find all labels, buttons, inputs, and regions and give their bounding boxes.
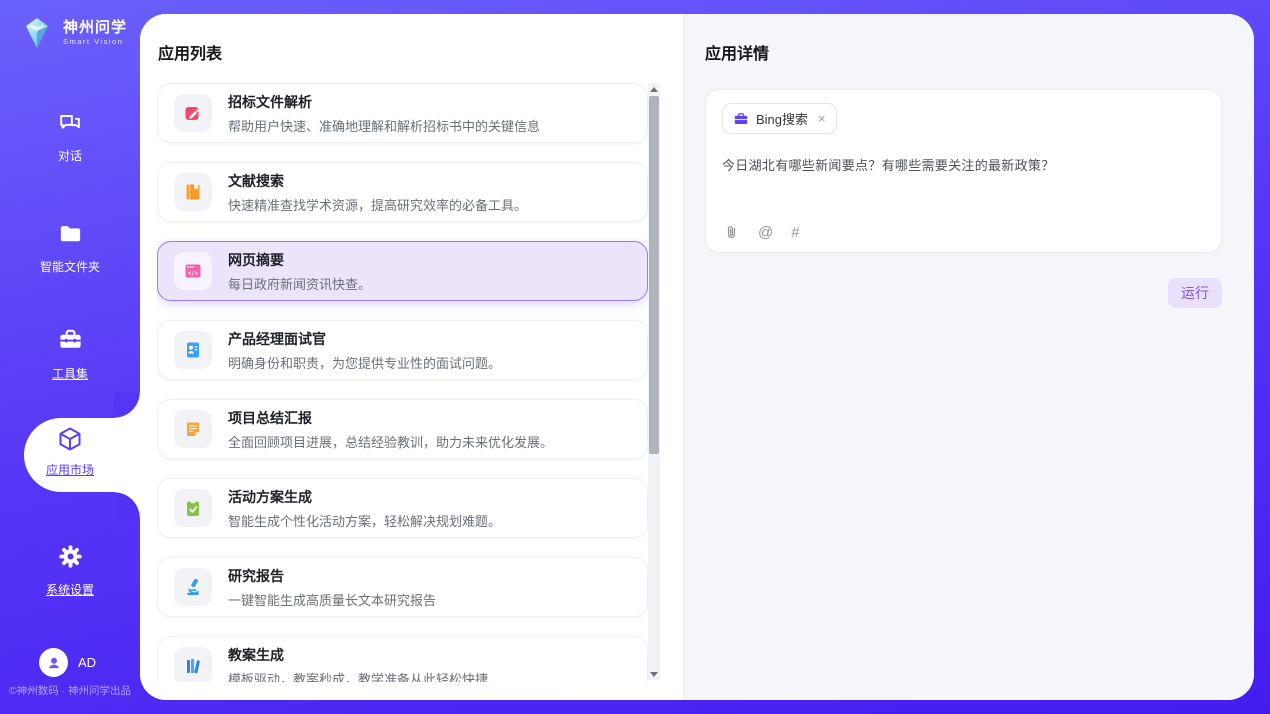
app-description: 每日政府新闻资讯快查。	[228, 274, 371, 293]
app-icon-tile	[174, 173, 212, 211]
app-window: 神州问学 Smart Vision 对话 智能文件夹	[0, 0, 1270, 714]
app-description: 全面回顾项目进展，总结经验教训，助力未来优化发展。	[228, 432, 553, 451]
app-name: 活动方案生成	[228, 487, 501, 507]
brand-logo: 神州问学 Smart Vision	[19, 15, 127, 51]
app-name: 网页摘要	[228, 250, 371, 270]
diamond-logo-icon	[19, 15, 55, 51]
app-card-tender-analysis[interactable]: 招标文件解析 帮助用户快速、准确地理解和解析招标书中的关键信息	[157, 83, 648, 143]
interviewer-icon	[183, 340, 203, 360]
app-detail-title: 应用详情	[705, 40, 1222, 64]
sidebar-item-toolset[interactable]: 工具集	[0, 327, 140, 382]
books-icon	[183, 656, 203, 676]
app-list: 招标文件解析 帮助用户快速、准确地理解和解析招标书中的关键信息 文献搜索	[157, 83, 648, 682]
toolbox-icon	[57, 327, 84, 354]
app-list-panel: 应用列表 招标文件解析 帮助用户快速、准确地理解和解析招标书中的关键信息	[140, 14, 683, 700]
tool-tag-label: Bing搜索	[756, 109, 808, 128]
app-name: 教案生成	[228, 645, 488, 665]
app-icon-tile: </>	[174, 252, 212, 290]
sidebar-item-label: 应用市场	[0, 461, 140, 478]
scroll-down-arrow[interactable]	[648, 668, 660, 680]
app-icon-tile	[174, 94, 212, 132]
attachment-icon[interactable]	[723, 224, 740, 241]
folder-icon	[57, 220, 84, 247]
app-icon-tile	[174, 647, 212, 682]
tag-close-icon[interactable]: ×	[818, 111, 826, 126]
sidebar-item-label: 工具集	[0, 365, 140, 382]
scrollbar-thumb[interactable]	[649, 96, 659, 454]
hash-icon[interactable]: #	[791, 225, 799, 240]
gear-icon	[57, 543, 84, 570]
app-icon-tile	[174, 568, 212, 606]
sidebar-item-label: 系统设置	[0, 581, 140, 598]
app-icon-tile	[174, 489, 212, 527]
scroll-up-arrow[interactable]	[648, 83, 660, 95]
app-card-lesson-plan[interactable]: 教案生成 模板驱动，教案秒成，教学准备从此轻松快捷	[157, 636, 648, 682]
user-initials: AD	[78, 655, 96, 670]
app-description: 一键智能生成高质量长文本研究报告	[228, 590, 436, 609]
app-name: 产品经理面试官	[228, 329, 501, 349]
app-icon-tile	[174, 331, 212, 369]
avatar	[39, 648, 68, 677]
app-description: 帮助用户快速、准确地理解和解析招标书中的关键信息	[228, 116, 540, 135]
list-scrollbar[interactable]	[648, 83, 660, 680]
microscope-icon	[183, 577, 203, 597]
app-list-title: 应用列表	[158, 40, 222, 64]
app-card-research-report[interactable]: 研究报告 一键智能生成高质量长文本研究报告	[157, 557, 648, 617]
book-icon	[183, 182, 203, 202]
user-account[interactable]: AD	[39, 648, 96, 677]
cube-icon	[56, 425, 84, 453]
app-detail-panel: 应用详情 Bing搜索 × 今日湖北有哪些新闻要点？有哪些需要关注的最新政策？	[683, 14, 1254, 700]
tender-doc-icon	[183, 103, 203, 123]
app-description: 快速精准查找学术资源，提高研究效率的必备工具。	[228, 195, 527, 214]
prompt-text[interactable]: 今日湖北有哪些新闻要点？有哪些需要关注的最新政策？	[722, 155, 1205, 174]
app-description: 明确身份和职责，为您提供专业性的面试问题。	[228, 353, 501, 372]
sidebar-item-smart-folder[interactable]: 智能文件夹	[0, 220, 140, 275]
chat-icon	[57, 110, 83, 136]
note-icon	[183, 419, 203, 439]
prompt-toolbar: @ #	[723, 224, 800, 241]
app-description: 智能生成个性化活动方案，轻松解决规划难题。	[228, 511, 501, 530]
app-card-project-summary[interactable]: 项目总结汇报 全面回顾项目进展，总结经验教训，助力未来优化发展。	[157, 399, 648, 459]
webpage-icon: </>	[183, 261, 203, 281]
app-card-event-plan[interactable]: 活动方案生成 智能生成个性化活动方案，轻松解决规划难题。	[157, 478, 648, 538]
sidebar-item-label: 对话	[0, 147, 140, 164]
prompt-card[interactable]: Bing搜索 × 今日湖北有哪些新闻要点？有哪些需要关注的最新政策？ @ #	[705, 89, 1222, 253]
clipboard-check-icon	[183, 498, 203, 518]
sidebar-item-label: 智能文件夹	[0, 258, 140, 275]
app-name: 研究报告	[228, 566, 436, 586]
brand-subtitle: Smart Vision	[63, 38, 127, 46]
sidebar: 神州问学 Smart Vision 对话 智能文件夹	[0, 0, 140, 714]
app-card-webpage-summary[interactable]: </> 网页摘要 每日政府新闻资讯快查。	[157, 241, 648, 301]
sidebar-item-app-market[interactable]: 应用市场	[0, 425, 140, 478]
main-content: 应用列表 招标文件解析 帮助用户快速、准确地理解和解析招标书中的关键信息	[140, 14, 1254, 700]
svg-text:</>: </>	[188, 270, 199, 277]
app-card-literature-search[interactable]: 文献搜索 快速精准查找学术资源，提高研究效率的必备工具。	[157, 162, 648, 222]
tool-tag-bing-search[interactable]: Bing搜索 ×	[722, 103, 837, 134]
app-card-pm-interviewer[interactable]: 产品经理面试官 明确身份和职责，为您提供专业性的面试问题。	[157, 320, 648, 380]
sidebar-item-settings[interactable]: 系统设置	[0, 543, 140, 598]
run-button[interactable]: 运行	[1168, 278, 1222, 308]
app-name: 项目总结汇报	[228, 408, 553, 428]
mention-icon[interactable]: @	[758, 225, 773, 240]
app-description: 模板驱动，教案秒成，教学准备从此轻松快捷	[228, 669, 488, 683]
app-name: 文献搜索	[228, 171, 527, 191]
app-icon-tile	[174, 410, 212, 448]
brand-name: 神州问学	[63, 20, 127, 36]
sidebar-item-chat[interactable]: 对话	[0, 110, 140, 164]
user-icon	[45, 654, 63, 672]
briefcase-icon	[733, 111, 749, 127]
copyright-footer: ©神州数码 · 神州问学出品	[0, 683, 140, 698]
app-name: 招标文件解析	[228, 92, 540, 112]
